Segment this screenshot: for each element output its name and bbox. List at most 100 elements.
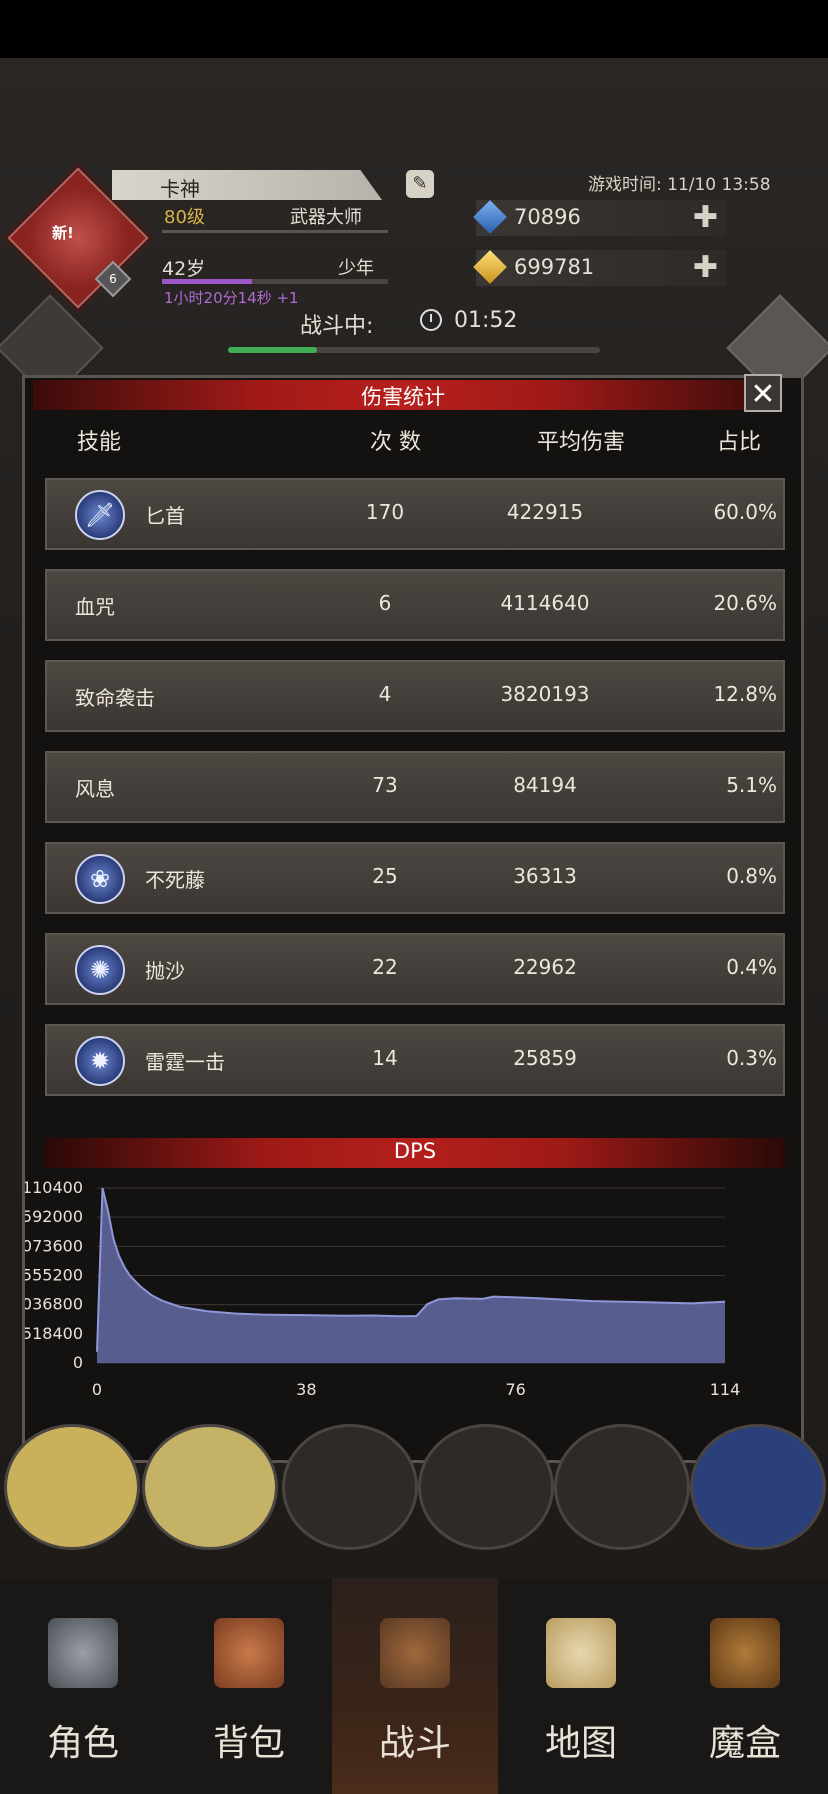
- age-progress-fill: [162, 279, 253, 284]
- skill-orb[interactable]: [142, 1424, 278, 1550]
- divider: [162, 230, 388, 233]
- skill-name: 风息: [75, 777, 115, 801]
- battle-timer: 01:52: [454, 308, 518, 333]
- skill-avg-damage: 422915: [506, 500, 584, 524]
- magic-box-icon: [710, 1618, 780, 1688]
- skill-name: 匕首: [145, 504, 185, 528]
- player-level: 80级: [164, 207, 205, 228]
- scroll-map-icon: [546, 1618, 616, 1688]
- damage-stats-panel: 伤害统计 技能 次 数 平均伤害 占比 🗡 匕首 170 422915 60.0…: [22, 375, 804, 1463]
- column-header-count: 次 数: [370, 430, 421, 455]
- nav-item-battle[interactable]: 战斗: [332, 1578, 498, 1794]
- add-gold-button[interactable]: ✚: [693, 250, 718, 286]
- vine-icon: ❀: [75, 854, 125, 904]
- skill-count: 22: [372, 955, 398, 979]
- sword-shield-icon: [380, 1618, 450, 1688]
- skill-avg-damage: 22962: [513, 955, 577, 979]
- table-row[interactable]: ❀ 不死藤 25 36313 0.8%: [45, 842, 785, 914]
- skill-name: 雷霆一击: [145, 1050, 225, 1074]
- skill-name: 致命袭击: [75, 686, 155, 710]
- battle-status-label: 战斗中:: [300, 314, 374, 339]
- dagger-icon: 🗡: [75, 490, 125, 540]
- nav-label: 地图: [544, 1723, 617, 1764]
- skill-orb[interactable]: [4, 1424, 140, 1550]
- table-row[interactable]: 致命袭击 4 3820193 12.8%: [45, 660, 785, 732]
- nav-item-backpack[interactable]: 背包: [166, 1578, 332, 1794]
- edit-icon[interactable]: ✎: [406, 170, 434, 198]
- panel-title-bar: 伤害统计: [33, 380, 773, 410]
- skill-percent: 20.6%: [713, 591, 777, 615]
- sand-icon: ✺: [75, 945, 125, 995]
- skill-count: 14: [372, 1046, 398, 1070]
- y-tick-label: 1555200: [25, 1266, 83, 1285]
- table-row[interactable]: ✹ 雷霆一击 14 25859 0.3%: [45, 1024, 785, 1096]
- dps-title-bar: DPS: [45, 1138, 785, 1168]
- skill-avg-damage: 4114640: [500, 591, 590, 615]
- y-tick-label: 2592000: [25, 1207, 83, 1226]
- player-age: 42岁: [162, 258, 206, 280]
- battle-progress-bar: [228, 347, 600, 353]
- battle-progress-fill: [228, 347, 318, 353]
- table-row[interactable]: ✺ 抛沙 22 22962 0.4%: [45, 933, 785, 1005]
- skill-percent: 5.1%: [726, 773, 777, 797]
- skill-percent: 12.8%: [713, 682, 777, 706]
- skill-percent: 0.4%: [726, 955, 777, 979]
- skill-avg-damage: 36313: [513, 864, 577, 888]
- status-bar: [0, 0, 828, 58]
- gold-currency: 699781 ✚: [473, 250, 726, 286]
- x-tick-label: 38: [296, 1380, 316, 1399]
- nav-item-magic-box[interactable]: 魔盒: [662, 1578, 828, 1794]
- skill-percent: 0.3%: [726, 1046, 777, 1070]
- gold-gem-icon: [473, 250, 507, 284]
- gem-value: 70896: [514, 205, 581, 229]
- skill-orb[interactable]: [282, 1424, 418, 1550]
- skill-orb[interactable]: [418, 1424, 554, 1550]
- dps-chart: 3110400 2592000 2073600 1555200 1036800 51840…: [25, 1178, 740, 1399]
- skill-percent: 0.8%: [726, 864, 777, 888]
- avatar-new-badge: 新!: [52, 224, 74, 242]
- nav-label: 背包: [212, 1723, 285, 1764]
- skill-avg-damage: 25859: [513, 1046, 577, 1070]
- skill-count: 73: [372, 773, 398, 797]
- life-stage: 少年: [338, 258, 374, 279]
- table-row[interactable]: 🗡 匕首 170 422915 60.0%: [45, 478, 785, 550]
- column-header-skill: 技能: [77, 430, 122, 455]
- game-time: 游戏时间: 11/10 13:58: [588, 175, 771, 195]
- y-tick-label: 0: [73, 1353, 83, 1372]
- y-tick-label: 2073600: [25, 1236, 83, 1255]
- nav-item-character[interactable]: 角色: [0, 1578, 166, 1794]
- skill-count: 170: [365, 500, 405, 524]
- y-tick-label: 1036800: [25, 1295, 83, 1314]
- avatar-level-text: 6: [109, 272, 117, 286]
- table-row[interactable]: 风息 73 84194 5.1%: [45, 751, 785, 823]
- skill-name: 抛沙: [145, 959, 185, 983]
- skill-avg-damage: 84194: [513, 773, 577, 797]
- skill-orb[interactable]: [554, 1424, 690, 1550]
- skill-count: 4: [378, 682, 392, 706]
- add-gem-button[interactable]: ✚: [693, 200, 718, 236]
- gold-value: 699781: [514, 255, 595, 279]
- thunder-icon: ✹: [75, 1036, 125, 1086]
- y-tick-label: 3110400: [25, 1178, 83, 1197]
- helmet-icon: [48, 1618, 118, 1688]
- dps-title: DPS: [393, 1139, 437, 1163]
- age-progress-text: 1小时20分14秒 +1: [164, 289, 299, 307]
- nav-item-map[interactable]: 地图: [498, 1578, 664, 1794]
- table-row[interactable]: 血咒 6 4114640 20.6%: [45, 569, 785, 641]
- age-progress-bar: [162, 279, 388, 284]
- close-button[interactable]: ✕: [744, 374, 782, 412]
- column-header-avg-damage: 平均伤害: [537, 430, 626, 455]
- skill-count: 6: [378, 591, 392, 615]
- clock-icon: [420, 309, 442, 331]
- backpack-icon: [214, 1618, 284, 1688]
- nav-label: 战斗: [378, 1723, 451, 1764]
- skill-name: 不死藤: [145, 868, 205, 892]
- skill-avg-damage: 3820193: [500, 682, 590, 706]
- skill-count: 25: [372, 864, 398, 888]
- player-name: 卡神: [160, 177, 200, 201]
- panel-title: 伤害统计: [361, 385, 445, 409]
- blue-gem-icon: [473, 200, 507, 234]
- skill-orb-bar: [0, 1424, 828, 1574]
- skill-orb[interactable]: [690, 1424, 826, 1550]
- nav-label: 魔盒: [708, 1723, 781, 1764]
